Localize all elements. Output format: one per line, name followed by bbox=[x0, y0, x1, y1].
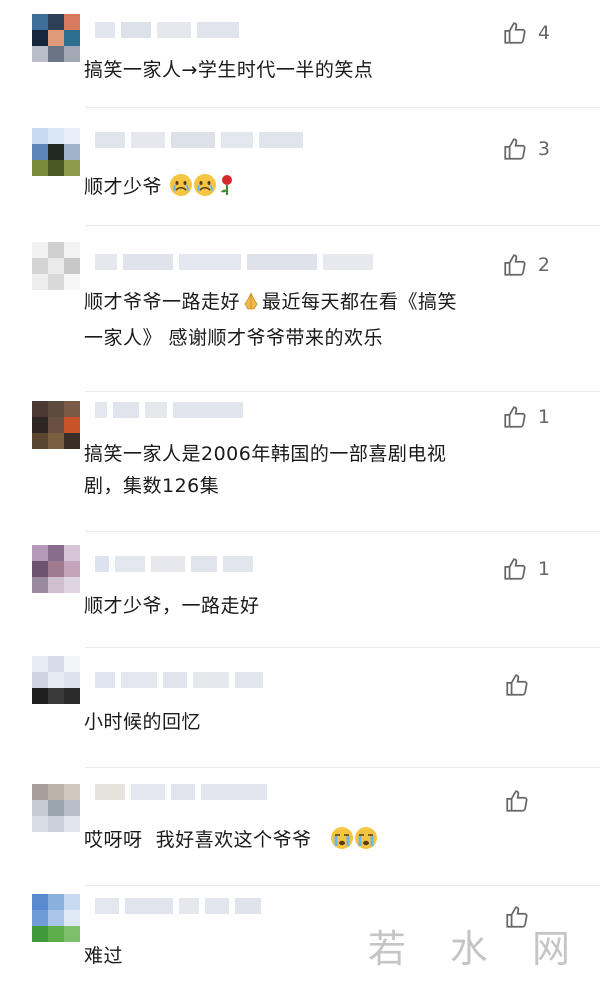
like-button[interactable]: 2 bbox=[502, 252, 550, 278]
thumbs-up-icon bbox=[504, 558, 526, 580]
thumbs-up-icon bbox=[506, 674, 528, 696]
thumbs-up-icon bbox=[506, 790, 528, 812]
username-blurred[interactable] bbox=[95, 784, 267, 800]
thumbs-up-icon bbox=[504, 22, 526, 44]
comment-text: 小时候的回忆 bbox=[84, 711, 202, 733]
like-button[interactable] bbox=[504, 788, 550, 814]
crying-face-icon bbox=[354, 826, 378, 860]
comment-text: 顺才少爷，一路走好 bbox=[84, 595, 260, 617]
username-blurred[interactable] bbox=[95, 672, 263, 688]
comment-text: 搞笑一家人是2006年韩国的一部喜剧电视 剧，集数126集 bbox=[84, 438, 554, 502]
comment-item: 4 搞笑一家人→学生时代一半的笑点 bbox=[0, 0, 600, 108]
thumbs-up-icon bbox=[504, 138, 526, 160]
avatar[interactable] bbox=[32, 894, 80, 942]
like-count: 1 bbox=[537, 558, 550, 580]
crying-face-icon bbox=[169, 173, 193, 207]
crying-face-icon bbox=[330, 826, 354, 860]
comment-text-line2: 一家人》 感谢顺才爷爷带来的欢乐 bbox=[84, 327, 384, 349]
comment-item: 哎呀呀 我好喜欢这个爷爷 bbox=[0, 768, 600, 886]
comment-item: 3 顺才少爷 bbox=[0, 108, 600, 226]
avatar[interactable] bbox=[32, 401, 80, 449]
thumbs-up-icon bbox=[504, 254, 526, 276]
crying-face-icon bbox=[193, 173, 217, 207]
avatar[interactable] bbox=[32, 128, 80, 176]
comment-item: 1 顺才少爷，一路走好 bbox=[0, 532, 600, 648]
rose-icon bbox=[217, 173, 237, 207]
avatar[interactable] bbox=[32, 14, 80, 62]
username-blurred[interactable] bbox=[95, 132, 303, 148]
avatar[interactable] bbox=[32, 242, 80, 290]
username-blurred[interactable] bbox=[95, 402, 243, 418]
like-count: 4 bbox=[537, 22, 550, 44]
like-button[interactable]: 4 bbox=[502, 20, 550, 46]
thumbs-up-icon bbox=[504, 406, 526, 428]
avatar[interactable] bbox=[32, 784, 80, 832]
username-blurred[interactable] bbox=[95, 22, 239, 38]
username-blurred[interactable] bbox=[95, 254, 373, 270]
like-count: 3 bbox=[537, 138, 550, 160]
comment-item: 1 搞笑一家人是2006年韩国的一部喜剧电视 剧，集数126集 bbox=[0, 392, 600, 532]
comment-text-line1: 搞笑一家人是2006年韩国的一部喜剧电视 bbox=[84, 443, 447, 465]
comment-text-line1b: 最近每天都在看《搞笑 bbox=[262, 291, 458, 313]
watermark: 若 水 网 bbox=[367, 927, 586, 971]
praying-hands-icon bbox=[240, 290, 262, 322]
comment-item: 小时候的回忆 bbox=[0, 648, 600, 768]
comment-text: 哎呀呀 我好喜欢这个爷爷 bbox=[84, 824, 554, 860]
like-button[interactable] bbox=[504, 672, 550, 698]
comment-text-line1: 顺才爷爷一路走好 bbox=[84, 291, 241, 313]
comment-text: 搞笑一家人→学生时代一半的笑点 bbox=[84, 59, 374, 81]
like-count: 2 bbox=[537, 254, 550, 276]
avatar[interactable] bbox=[32, 545, 80, 593]
comment-text: 顺才爷爷一路走好 最近每天都在看《搞笑 一家人》 感谢顺才爷爷带来的欢乐 bbox=[84, 286, 554, 354]
comment-text: 顺才少爷 bbox=[84, 171, 554, 207]
like-count: 1 bbox=[537, 406, 550, 428]
avatar[interactable] bbox=[32, 656, 80, 704]
comment-text-body: 顺才少爷 bbox=[84, 176, 163, 198]
like-button[interactable]: 1 bbox=[502, 404, 550, 430]
like-button[interactable]: 1 bbox=[502, 556, 550, 582]
like-button[interactable]: 3 bbox=[502, 136, 550, 162]
comment-text-line2: 剧，集数126集 bbox=[84, 475, 220, 497]
comment-item: 2 顺才爷爷一路走好 最近每天都在看《搞笑 一家人》 感谢顺才爷爷带来的欢乐 bbox=[0, 226, 600, 392]
username-blurred[interactable] bbox=[95, 898, 261, 914]
username-blurred[interactable] bbox=[95, 556, 253, 572]
comment-text-body: 哎呀呀 我好喜欢这个爷爷 bbox=[84, 829, 312, 851]
